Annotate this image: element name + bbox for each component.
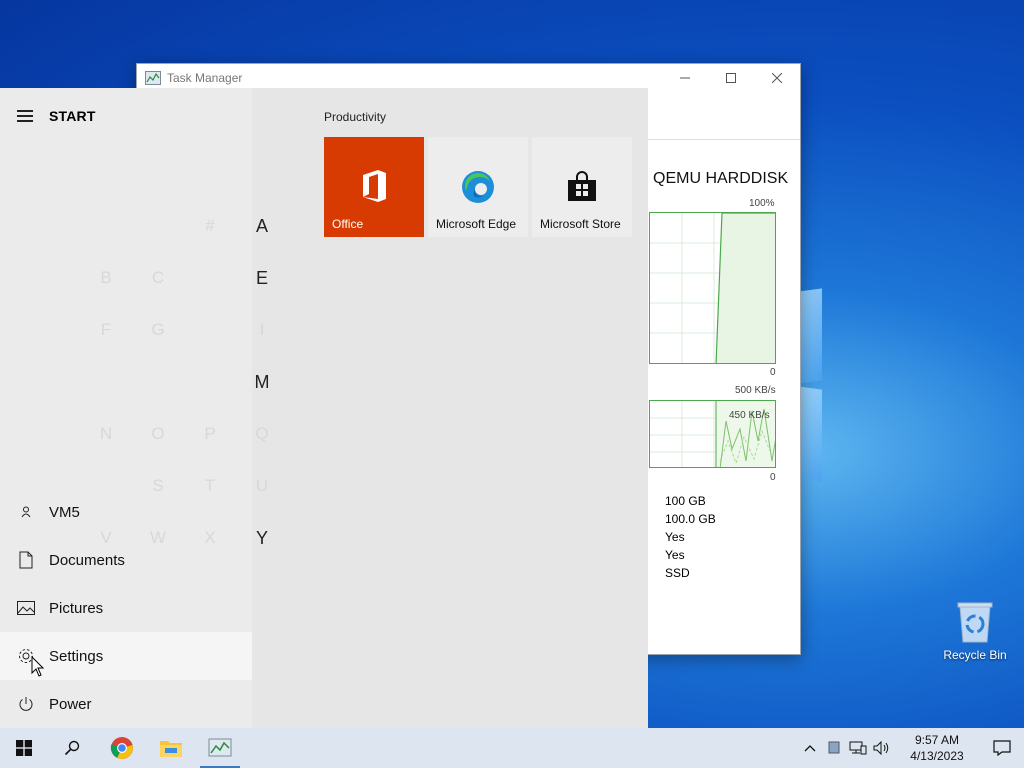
task-manager-taskbar-button[interactable]: [196, 728, 244, 768]
task-manager-title: Task Manager: [167, 71, 243, 85]
property-value: Yes: [665, 530, 685, 544]
letter-x: X: [204, 528, 216, 547]
pictures-label: Pictures: [49, 599, 104, 617]
edge-tile[interactable]: Microsoft Edge: [428, 137, 528, 237]
recycle-bin[interactable]: Recycle Bin: [938, 598, 1012, 662]
letter-n: N: [99, 424, 113, 443]
pictures-button[interactable]: Pictures: [0, 584, 252, 632]
office-icon: [363, 170, 386, 202]
clock-date: 4/13/2023: [910, 749, 964, 763]
tile-group-title: Productivity: [324, 110, 387, 124]
action-center-button[interactable]: [980, 740, 1024, 756]
disk-title: QEMU HARDDISK: [653, 170, 789, 187]
network-button[interactable]: [846, 741, 870, 755]
close-button[interactable]: [754, 64, 800, 92]
windows-logo-wallpaper: [790, 288, 1024, 490]
property-value: SSD: [665, 566, 690, 580]
store-tile[interactable]: Microsoft Store: [532, 137, 632, 237]
start-menu[interactable]: START VM5 Documents Pictures Settings Po…: [0, 88, 648, 728]
graph1-max-label: 100%: [749, 198, 775, 209]
user-name: VM5: [49, 503, 80, 521]
letter-a[interactable]: A: [247, 216, 277, 237]
close-icon: [772, 73, 782, 83]
letter-g: G: [151, 320, 165, 339]
letter-e[interactable]: E: [247, 268, 277, 289]
office-tile[interactable]: Office: [324, 137, 424, 237]
recycle-bin-icon: [955, 598, 995, 644]
recycle-bin-label: Recycle Bin: [943, 648, 1007, 662]
power-label: Power: [49, 695, 92, 713]
letter-t: T: [204, 476, 216, 495]
chevron-up-icon: [804, 745, 816, 752]
document-icon: [16, 550, 36, 570]
tray-app-icon: [828, 741, 840, 754]
clock[interactable]: 9:57 AM 4/13/2023: [902, 732, 972, 764]
letter-hash: #: [205, 216, 215, 235]
volume-button[interactable]: [870, 741, 894, 755]
edge-tile-label: Microsoft Edge: [436, 217, 517, 231]
letter-c: C: [151, 268, 165, 287]
settings-label: Settings: [49, 647, 104, 665]
taskbar: 9:57 AM 4/13/2023: [0, 728, 1024, 768]
windows-start-icon: [16, 740, 32, 756]
start-title: START: [49, 108, 96, 124]
network-icon: [849, 741, 867, 755]
maximize-icon: [726, 73, 736, 83]
property-value: 100 GB: [665, 494, 706, 508]
search-button[interactable]: [48, 728, 96, 768]
letter-y[interactable]: Y: [247, 528, 277, 549]
maximize-button[interactable]: [708, 64, 754, 92]
graph1-min-label: 0: [770, 367, 776, 378]
power-button[interactable]: Power: [0, 680, 252, 728]
graph2-min-label: 0: [770, 472, 776, 483]
file-explorer-taskbar-button[interactable]: [147, 728, 195, 768]
graph2-max-label: 500 KB/s: [735, 385, 776, 396]
active-time-graph: [649, 212, 776, 364]
letter-m[interactable]: M: [247, 372, 277, 393]
clock-time: 9:57 AM: [914, 733, 960, 747]
property-value: Yes: [665, 548, 685, 562]
letter-b: B: [100, 268, 112, 287]
power-icon: [16, 694, 36, 714]
store-tile-label: Microsoft Store: [540, 217, 621, 231]
speaker-icon: [873, 741, 889, 755]
documents-label: Documents: [49, 551, 125, 569]
mouse-cursor-icon: [31, 656, 45, 677]
edge-icon: [462, 171, 494, 203]
show-hidden-icons-button[interactable]: [798, 744, 822, 752]
graph2-mid-label: 450 KB/s: [729, 410, 770, 421]
letter-v: V: [100, 528, 112, 547]
hamburger-menu-icon[interactable]: [17, 110, 33, 122]
letter-w: W: [149, 528, 167, 547]
start-button[interactable]: [0, 728, 48, 768]
store-bag-icon: [568, 171, 596, 201]
user-icon: [16, 502, 36, 522]
property-value: 100.0 GB: [665, 512, 716, 526]
minimize-icon: [680, 77, 690, 79]
picture-icon: [16, 598, 36, 618]
task-manager-taskbar-icon: [208, 738, 232, 757]
letter-p: P: [204, 424, 216, 443]
letter-s: S: [152, 476, 164, 495]
system-tray: 9:57 AM 4/13/2023: [798, 728, 1024, 768]
minimize-button[interactable]: [662, 64, 708, 92]
start-menu-sidebar: START VM5 Documents Pictures Settings Po…: [0, 88, 252, 728]
letter-i[interactable]: I: [247, 320, 277, 340]
start-header: START: [0, 88, 252, 144]
chrome-icon: [110, 737, 133, 759]
folder-icon: [160, 741, 182, 757]
notification-icon: [993, 740, 1011, 756]
search-icon: [64, 740, 80, 756]
letter-q[interactable]: Q: [247, 424, 277, 444]
chrome-taskbar-button[interactable]: [98, 728, 146, 768]
tray-app-button[interactable]: [822, 741, 846, 755]
letter-u[interactable]: U: [247, 476, 277, 496]
letter-f: F: [100, 320, 112, 339]
letter-o: O: [151, 424, 165, 443]
disk-properties: 100 GB 100.0 GB Yes Yes SSD: [665, 492, 716, 582]
task-manager-icon: [145, 71, 161, 85]
office-tile-label: Office: [332, 217, 364, 231]
